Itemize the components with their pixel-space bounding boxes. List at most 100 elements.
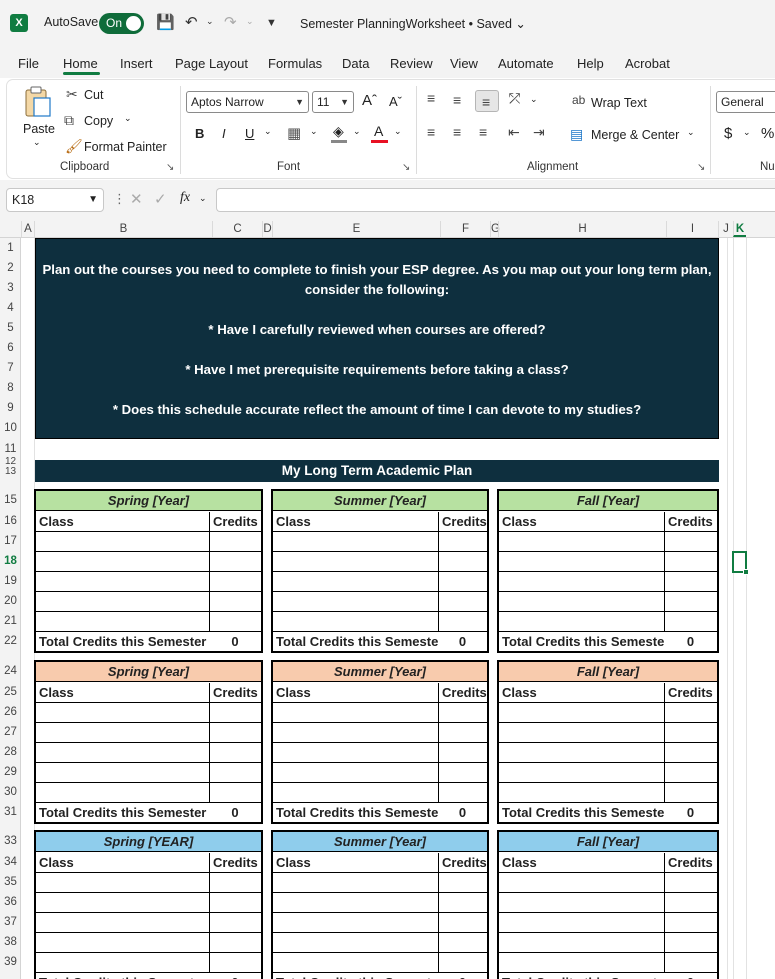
instructions-box[interactable]: Plan out the courses you need to complet… [35,238,719,439]
credits-cell[interactable] [438,783,487,802]
row-header-35[interactable]: 35 [0,876,21,888]
format-painter-icon[interactable]: 🖌 [65,138,83,155]
copy-dropdown-icon[interactable]: ⌄ [124,113,132,124]
class-cell[interactable] [36,913,209,932]
table-row[interactable] [499,612,717,632]
credits-cell[interactable] [209,612,261,631]
row-header-37[interactable]: 37 [0,916,21,928]
undo-dropdown-icon[interactable]: ⌄ [206,16,214,27]
total-credits-value[interactable]: 0 [438,632,487,651]
class-cell[interactable] [499,873,664,892]
class-header[interactable]: Class [499,512,664,531]
total-credits-label[interactable]: Total Credits this Semester [36,973,209,979]
class-cell[interactable] [499,743,664,762]
class-cell[interactable] [273,703,438,722]
align-right-icon[interactable]: ≡ [479,124,487,140]
credits-cell[interactable] [209,723,261,742]
credits-cell[interactable] [438,743,487,762]
table-row[interactable] [273,953,487,973]
class-cell[interactable] [36,552,209,571]
class-cell[interactable] [499,933,664,952]
class-header[interactable]: Class [36,683,209,702]
class-cell[interactable] [36,873,209,892]
class-header[interactable]: Class [36,512,209,531]
credits-header[interactable]: Credits [438,512,487,531]
semester-title[interactable]: Spring [YEAR] [36,832,261,852]
class-header[interactable]: Class [273,512,438,531]
class-cell[interactable] [499,592,664,611]
row-header-9[interactable]: 9 [0,402,21,414]
row-header-11[interactable]: 11 [0,443,21,455]
semester-title[interactable]: Spring [Year] [36,491,261,511]
align-left-icon[interactable]: ≡ [427,124,435,140]
class-header[interactable]: Class [499,853,664,872]
table-row[interactable] [499,552,717,572]
table-row[interactable] [36,723,261,743]
row-header-10[interactable]: 10 [0,422,21,434]
align-center-icon[interactable]: ≡ [453,124,461,140]
redo-icon[interactable]: ↷ [224,13,237,31]
italic-icon[interactable]: I [222,126,226,141]
row-header-29[interactable]: 29 [0,766,21,778]
credits-cell[interactable] [664,743,717,762]
table-header-row[interactable]: Class Credits [36,683,261,703]
more-options-icon[interactable]: ⋮ [113,191,126,207]
credits-header[interactable]: Credits [209,512,261,531]
table-row[interactable] [36,873,261,893]
row-header-30[interactable]: 30 [0,786,21,798]
class-cell[interactable] [499,552,664,571]
credits-cell[interactable] [438,532,487,551]
total-credits-value[interactable]: 0 [209,803,261,822]
table-row[interactable] [273,703,487,723]
percent-icon[interactable]: % [761,125,774,142]
credits-cell[interactable] [664,532,717,551]
total-row[interactable]: Total Credits this Semeste0 [273,803,487,823]
table-row[interactable] [499,723,717,743]
tab-acrobat[interactable]: Acrobat [625,56,670,71]
row-header-24[interactable]: 24 [0,665,21,677]
decrease-indent-icon[interactable]: ⇤ [508,124,520,141]
credits-cell[interactable] [664,933,717,952]
enter-icon[interactable]: ✓ [154,190,167,208]
class-cell[interactable] [273,572,438,591]
table-row[interactable] [499,572,717,592]
table-row[interactable] [36,703,261,723]
semester-title[interactable]: Summer [Year] [273,832,487,852]
class-cell[interactable] [36,933,209,952]
class-cell[interactable] [36,763,209,782]
class-cell[interactable] [36,592,209,611]
plan-title[interactable]: My Long Term Academic Plan [35,460,719,482]
credits-cell[interactable] [664,913,717,932]
format-painter-button[interactable]: Format Painter [84,140,167,154]
credits-cell[interactable] [664,953,717,972]
table-header-row[interactable]: Class Credits [273,853,487,873]
borders-dropdown-icon[interactable]: ⌄ [310,126,318,137]
align-middle-icon[interactable]: ≡ [453,92,461,108]
table-header-row[interactable]: Class Credits [36,853,261,873]
total-row[interactable]: Total Credits this Semeste0 [499,803,717,823]
table-row[interactable] [36,592,261,612]
column-header-e[interactable]: E [272,221,440,237]
class-cell[interactable] [499,723,664,742]
align-bottom-button[interactable]: ≡ [475,90,499,112]
paste-icon[interactable] [24,86,52,118]
credits-header[interactable]: Credits [438,853,487,872]
total-row[interactable]: Total Credits this Semeste0 [273,973,487,979]
tab-automate[interactable]: Automate [498,56,554,71]
class-cell[interactable] [36,893,209,912]
class-cell[interactable] [499,703,664,722]
credits-cell[interactable] [438,723,487,742]
class-cell[interactable] [36,612,209,631]
table-row[interactable] [36,913,261,933]
tab-review[interactable]: Review [390,56,433,71]
table-row[interactable] [499,913,717,933]
class-cell[interactable] [499,572,664,591]
increase-indent-icon[interactable]: ⇥ [533,124,545,141]
number-format-select[interactable]: General [716,91,775,113]
total-credits-value[interactable]: 0 [209,632,261,651]
class-cell[interactable] [499,532,664,551]
row-header-28[interactable]: 28 [0,746,21,758]
credits-cell[interactable] [664,873,717,892]
credits-header[interactable]: Credits [664,512,717,531]
class-cell[interactable] [273,612,438,631]
